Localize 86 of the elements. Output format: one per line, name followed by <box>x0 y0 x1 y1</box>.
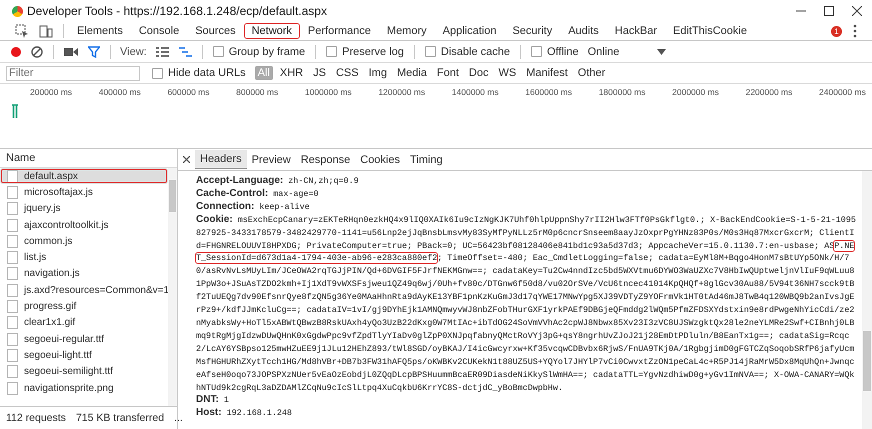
timeline-tick-label: 1000000 ms <box>304 87 352 97</box>
waterfall-view-icon[interactable] <box>178 46 192 56</box>
timeline-tick-label: 400000 ms <box>98 87 141 97</box>
device-toggle-icon[interactable] <box>39 24 53 38</box>
filter-field[interactable]: Filter <box>6 66 140 80</box>
request-row[interactable]: progress.gif <box>0 298 168 315</box>
panel-tab[interactable]: Performance <box>300 23 379 39</box>
panel-tab[interactable]: EditThisCookie <box>664 23 755 39</box>
detail-tab[interactable]: Headers <box>195 150 247 169</box>
browser-logo-icon <box>12 6 23 16</box>
request-row[interactable]: navigation.js <box>0 266 168 282</box>
maximize-icon[interactable] <box>824 6 834 16</box>
header-line: Connection: keep-alive <box>196 200 311 214</box>
type-filter-button[interactable]: Font <box>434 66 462 80</box>
scrollbar[interactable] <box>862 171 872 429</box>
panel-tab[interactable]: Memory <box>378 23 435 39</box>
option-checkbox[interactable]: Group by frame <box>212 46 306 58</box>
timeline-tick-label: 2400000 ms <box>819 87 866 97</box>
video-camera-icon[interactable] <box>64 46 78 56</box>
option-checkbox[interactable]: Offline <box>530 46 579 58</box>
panel-tab[interactable]: Security <box>504 23 560 39</box>
request-row[interactable]: segoeui-semilight.ttf <box>0 364 168 380</box>
summary-text: ... <box>174 412 183 424</box>
type-filter-button[interactable]: Media <box>394 66 430 80</box>
header-line: DNT: 1 <box>196 394 230 408</box>
panel-tab[interactable]: Sources <box>187 23 244 39</box>
timeline-tick-label: 200000 ms <box>30 87 72 97</box>
timeline-tick-label: 1400000 ms <box>452 87 499 97</box>
timeline-tick-label: 1800000 ms <box>598 87 646 97</box>
type-filter-button[interactable]: WS <box>495 66 520 80</box>
throttling-dropdown[interactable]: Online <box>588 46 666 58</box>
request-row[interactable]: navigationsprite.png <box>0 380 168 396</box>
request-row[interactable]: ajaxcontroltoolkit.js <box>0 216 168 234</box>
timeline-tick-label: 600000 ms <box>167 87 210 97</box>
timeline-tick-label: 1200000 ms <box>378 87 426 97</box>
request-row[interactable]: clear1x1.gif <box>0 314 168 331</box>
request-row[interactable]: segoeui-regular.ttf <box>0 330 168 348</box>
request-row[interactable]: segoeui-light.ttf <box>0 347 168 364</box>
detail-tab[interactable]: Timing <box>405 150 448 168</box>
panel-tab[interactable]: Network <box>244 23 300 39</box>
caret-icon[interactable] <box>657 48 666 54</box>
request-bars-drawing <box>12 104 18 118</box>
header-line: Host: 192.168.1.248 <box>196 407 293 420</box>
detail-tab[interactable]: Cookies <box>355 150 405 168</box>
timeline-tick-label: 2200000 ms <box>746 87 792 97</box>
view-label: View: <box>120 46 147 58</box>
type-filter-button[interactable]: XHR <box>276 66 306 80</box>
clear-icon[interactable] <box>31 46 43 58</box>
detail-tab[interactable]: Response <box>296 150 356 168</box>
timeline-tick-label: 2000000 ms <box>672 87 719 97</box>
list-view-icon[interactable] <box>156 46 169 56</box>
panel-tab[interactable]: Elements <box>69 23 131 39</box>
element-picker-icon[interactable] <box>15 24 29 38</box>
summary-text: 112 requests <box>6 412 66 424</box>
request-row[interactable]: common.js <box>0 233 168 250</box>
timeline-tick-label: 1600000 ms <box>525 87 572 97</box>
hide-data-urls-checkbox[interactable]: Hide data URLs <box>152 67 246 79</box>
detail-tab[interactable]: Preview <box>246 150 296 168</box>
type-filter-button[interactable]: JS <box>310 66 329 80</box>
timeline-tick-label: 800000 ms <box>236 87 278 97</box>
close-icon[interactable] <box>183 156 190 163</box>
request-row[interactable]: list.js <box>0 249 168 266</box>
panel-tab[interactable]: Console <box>130 23 188 39</box>
header-line: Cache-Control: max-age=0 <box>196 188 320 201</box>
filter-icon[interactable] <box>88 46 100 58</box>
more-menu-icon[interactable] <box>853 24 857 38</box>
close-icon[interactable] <box>852 6 862 16</box>
panel-tab[interactable]: HackBar <box>606 23 665 39</box>
request-row[interactable]: jquery.js <box>0 200 168 217</box>
option-checkbox[interactable]: Disable cache <box>424 46 510 58</box>
request-row[interactable]: microsoftajax.js <box>0 184 168 201</box>
type-filter-button[interactable]: Other <box>574 66 608 80</box>
header-line: Accept-Language: zh-CN,zh;q=0.9 <box>196 175 360 188</box>
option-checkbox[interactable]: Preserve log <box>326 46 404 58</box>
request-row[interactable]: default.aspx <box>0 168 168 184</box>
scrollbar[interactable] <box>168 168 177 406</box>
panel-tab[interactable]: Application <box>434 23 504 39</box>
window-title: Developer Tools - https://192.168.1.248/ecp/default.aspx <box>27 4 327 18</box>
type-filter-button[interactable]: CSS <box>332 66 362 80</box>
error-count-badge[interactable]: 1 <box>831 26 842 36</box>
summary-text: 715 KB transferred <box>76 412 164 424</box>
record-button[interactable] <box>11 46 21 56</box>
panel-tab[interactable]: Audits <box>560 23 607 39</box>
type-filter-button[interactable]: Img <box>366 66 390 80</box>
type-filter-button[interactable]: Doc <box>466 66 492 80</box>
type-filter-button[interactable]: Manifest <box>523 66 571 80</box>
